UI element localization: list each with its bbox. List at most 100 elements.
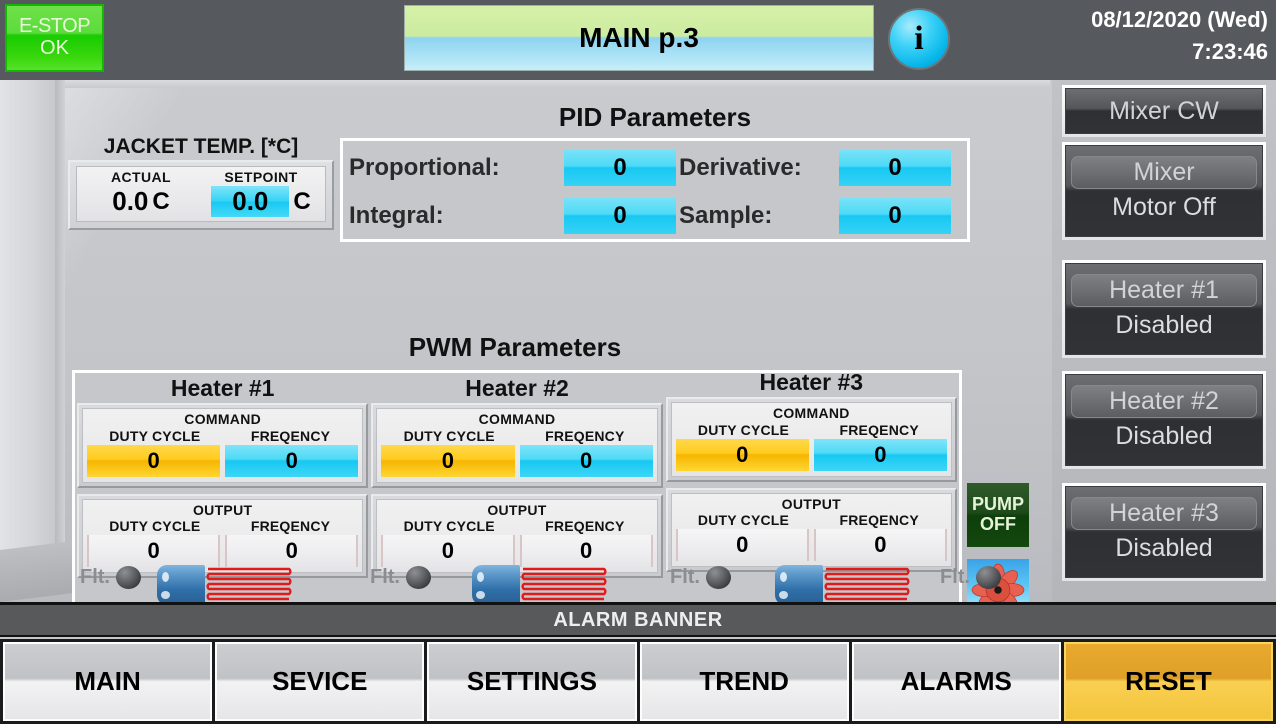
heater-1-output-duty-label: DUTY CYCLE <box>109 517 201 534</box>
heater-element-3-head-icon <box>775 565 823 602</box>
info-icon[interactable]: i <box>888 8 950 70</box>
fault-3-label: Flt. <box>670 566 700 588</box>
heater-2-output-freq-label: FREQENCY <box>545 517 625 534</box>
heater-3-output-freq-value: 0 <box>813 528 947 561</box>
heater-element-1-graphic <box>157 565 293 602</box>
pwm-parameters-title: PWM Parameters <box>408 332 622 362</box>
jacket-setpoint-label: SETPOINT <box>224 169 298 186</box>
jacket-temp-box: ACTUAL SETPOINT 0.0 C 0.0 C <box>68 160 334 231</box>
page-title-banner: MAIN p.3 <box>404 5 874 71</box>
heater-3-command-duty-label: DUTY CYCLE <box>697 421 790 438</box>
heater-2-button-title: Heater #2 <box>1071 385 1257 419</box>
heater-2-title: Heater #2 <box>465 375 569 401</box>
fault-indicator-2[interactable]: Flt. <box>370 566 431 589</box>
heater-3-button-state: Disabled <box>1115 534 1213 563</box>
heater-3-button-title: Heater #3 <box>1071 497 1257 531</box>
nav-button-reset[interactable]: RESET <box>1063 642 1274 721</box>
fault-indicator-row: Flt. Flt. Flt. Flt. <box>0 558 1050 602</box>
heater-2-output-duty-label: DUTY CYCLE <box>403 517 495 534</box>
control-sidebar: Mixer CW Mixer Motor Off Heater #1 Disab… <box>1052 80 1276 602</box>
heater-1-command-duty-value[interactable]: 0 <box>87 444 221 477</box>
pid-proportional-label: Proportional: <box>349 154 500 181</box>
pid-proportional-group: Proportional: 0 <box>349 150 679 186</box>
nav-button-trend[interactable]: TREND <box>639 642 849 721</box>
jacket-setpoint-cell[interactable]: 0.0 C <box>201 186 321 218</box>
estop-status-button[interactable]: E-STOP OK <box>5 4 104 72</box>
nav-button-settings[interactable]: SETTINGS <box>427 642 637 721</box>
jacket-temp-title: JACKET TEMP. [*C] <box>103 135 299 158</box>
pid-integral-value[interactable]: 0 <box>564 198 676 234</box>
sidebar-button-heater-2[interactable]: Heater #2 Disabled <box>1062 371 1266 469</box>
heater-element-2-head-icon <box>472 565 520 602</box>
fault-4-led-icon <box>976 566 1001 589</box>
pid-integral-label: Integral: <box>349 202 444 229</box>
fault-1-label: Flt. <box>80 566 110 588</box>
heater-1-command-freq-value[interactable]: 0 <box>225 444 359 477</box>
heater-1-output-freq-label: FREQENCY <box>250 517 331 534</box>
jacket-actual-unit: C <box>152 187 170 215</box>
hmi-screen: E-STOP OK MAIN p.3 i 08/12/2020 (Wed) 7:… <box>0 0 1276 724</box>
heater-element-3-coil-icon <box>823 565 911 602</box>
sidebar-button-mixer-motor[interactable]: Mixer Motor Off <box>1062 142 1266 240</box>
mixer-cw-label: Mixer CW <box>1109 96 1219 125</box>
nav-button-main[interactable]: MAIN <box>3 642 213 721</box>
pump-status-indicator[interactable]: PUMP OFF <box>967 483 1029 547</box>
alarm-banner[interactable]: ALARM BANNER <box>0 602 1276 637</box>
heater-element-2-coil-icon <box>520 565 608 602</box>
fault-4-label: Flt. <box>940 566 970 588</box>
fault-indicator-4[interactable]: Flt. <box>940 566 1001 589</box>
pid-integral-group: Integral: 0 <box>349 198 679 234</box>
background-wall <box>0 80 62 560</box>
jacket-temp-inner: ACTUAL SETPOINT 0.0 C 0.0 C <box>76 166 326 223</box>
heater-3-output-freq-label: FREQENCY <box>839 511 919 528</box>
pump-state: OFF <box>980 514 1016 534</box>
heater-2-command-freq-label: FREQENCY <box>545 427 625 444</box>
heater-1-command-group: COMMAND DUTY CYCLE FREQENCY 0 0 <box>77 403 369 488</box>
heater-2-command-duty-value[interactable]: 0 <box>381 444 515 477</box>
pid-proportional-value[interactable]: 0 <box>564 150 676 186</box>
jacket-actual-value: 0.0 <box>112 186 149 217</box>
header-bar: E-STOP OK MAIN p.3 i 08/12/2020 (Wed) 7:… <box>0 0 1276 80</box>
estop-state: OK <box>40 37 69 59</box>
fault-indicator-1[interactable]: Flt. <box>80 566 141 589</box>
fault-1-led-icon <box>116 566 141 589</box>
heater-1-command-caption: COMMAND <box>184 411 262 428</box>
heater-3-title: Heater #3 <box>759 369 864 395</box>
pid-sample-group: Sample: 0 <box>679 198 959 234</box>
sidebar-button-heater-3[interactable]: Heater #3 Disabled <box>1062 483 1266 581</box>
fault-2-led-icon <box>406 566 431 589</box>
nav-button-sevice[interactable]: SEVICE <box>215 642 425 721</box>
pid-derivative-value[interactable]: 0 <box>839 150 951 186</box>
fault-3-led-icon <box>706 566 731 589</box>
heater-3-output-duty-value: 0 <box>675 528 809 561</box>
pid-derivative-group: Derivative: 0 <box>679 150 959 186</box>
heater-2-output-caption: OUTPUT <box>487 501 547 518</box>
pid-sample-label: Sample: <box>679 202 773 229</box>
fault-indicator-3[interactable]: Flt. <box>670 566 731 589</box>
heater-element-1-coil-icon <box>205 565 293 602</box>
heater-1-button-state: Disabled <box>1115 311 1213 340</box>
sidebar-button-mixer-cw[interactable]: Mixer CW <box>1062 85 1266 137</box>
mixer-motor-title: Mixer <box>1071 156 1257 190</box>
pid-sample-value[interactable]: 0 <box>839 198 951 234</box>
heater-3-command-group: COMMAND DUTY CYCLE FREQENCY 0 0 <box>665 397 957 482</box>
fault-2-label: Flt. <box>370 566 400 588</box>
heater-3-output-caption: OUTPUT <box>781 495 841 512</box>
heater-3-output-duty-label: DUTY CYCLE <box>697 511 790 528</box>
heater-3-command-duty-value[interactable]: 0 <box>675 438 809 471</box>
nav-button-alarms[interactable]: ALARMS <box>851 642 1061 721</box>
heater-3-command-freq-value[interactable]: 0 <box>813 438 947 471</box>
heater-1-command-duty-label: DUTY CYCLE <box>109 427 201 444</box>
heater-3-command-caption: COMMAND <box>772 405 850 422</box>
heater-2-command-duty-label: DUTY CYCLE <box>403 427 495 444</box>
heater-1-output-caption: OUTPUT <box>192 501 253 518</box>
pid-parameters-panel: Proportional: 0 Derivative: 0 Integral: … <box>340 138 970 242</box>
background-ceiling <box>0 80 1050 88</box>
estop-title: E-STOP <box>18 15 91 37</box>
page-title: MAIN p.3 <box>579 22 699 53</box>
jacket-setpoint-value[interactable]: 0.0 <box>211 186 290 218</box>
heater-2-command-freq-value[interactable]: 0 <box>519 444 653 477</box>
sidebar-button-heater-1[interactable]: Heater #1 Disabled <box>1062 260 1266 358</box>
datetime-display: 08/12/2020 (Wed) 7:23:46 <box>968 4 1268 68</box>
heater-2-command-group: COMMAND DUTY CYCLE FREQENCY 0 0 <box>371 403 663 488</box>
